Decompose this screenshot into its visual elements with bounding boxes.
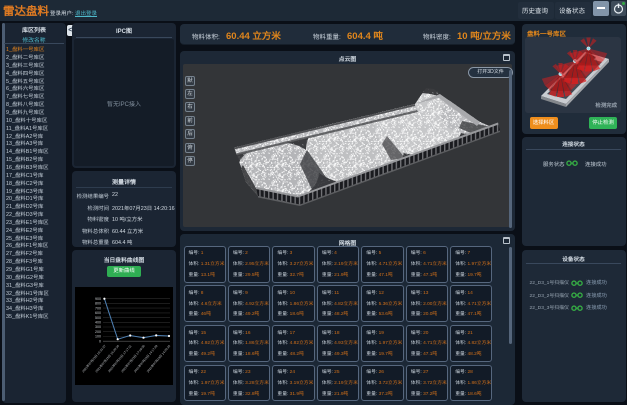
svg-text:800: 800 — [95, 302, 101, 306]
svg-text:2021年07月23日 17:17:11: 2021年07月23日 17:17:11 — [107, 344, 133, 373]
svg-text:100: 100 — [95, 335, 101, 339]
svg-text:300: 300 — [95, 325, 101, 329]
svg-text:400: 400 — [95, 321, 101, 325]
svg-text:0: 0 — [99, 339, 101, 343]
svg-text:500: 500 — [95, 316, 101, 320]
svg-text:600: 600 — [95, 311, 101, 315]
svg-text:200: 200 — [95, 330, 101, 334]
svg-text:检测完成: 检测完成 — [595, 102, 617, 109]
svg-text:2021年07月23日 15:31:37: 2021年07月23日 15:31:37 — [81, 344, 107, 374]
svg-text:700: 700 — [95, 306, 101, 310]
svg-text:900: 900 — [95, 297, 101, 301]
svg-text:2021年07月23日 14:20:16: 2021年07月23日 14:20:16 — [146, 344, 172, 374]
